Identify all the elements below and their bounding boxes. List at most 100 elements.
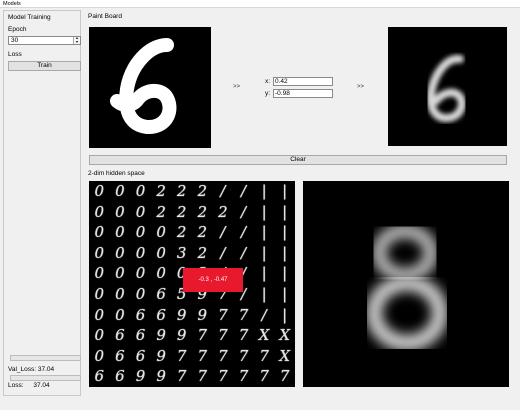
latent-grid-cell: | (261, 223, 267, 242)
latent-grid-cell: 3 (176, 243, 187, 262)
latent-grid-cell: | (282, 223, 288, 242)
latent-grid-cell: 7 (218, 326, 228, 345)
latent-grid-cell: 2 (197, 182, 208, 200)
latent-grid-cell: 7 (238, 326, 249, 345)
val-loss-label: Val_Loss: 37.04 (8, 366, 55, 373)
latent-grid-cell: 7 (259, 346, 269, 365)
latent-grid-cell: 0 (135, 243, 146, 262)
latent-grid-cell: | (282, 182, 288, 200)
paint-canvas[interactable] (89, 27, 211, 148)
latent-grid-cell: / (261, 305, 267, 324)
latent-grid-cell: 9 (197, 305, 208, 324)
epoch-spinbox[interactable]: 30 ▲ ▼ (8, 36, 81, 45)
latent-grid-cell: 7 (176, 346, 187, 365)
latent-grid-cell: / (220, 223, 226, 242)
latent-grid-cell: 7 (218, 367, 228, 386)
train-button[interactable]: Train (8, 61, 81, 71)
latent-grid-cell: 6 (156, 305, 166, 324)
loss-value: 37.04 (33, 382, 50, 389)
reconstruction-canvas (388, 27, 507, 146)
latent-grid-cell: 9 (176, 305, 187, 324)
latent-grid-cell: | (282, 305, 288, 324)
training-panel: Model Training Epoch 30 ▲ ▼ Loss Train V… (3, 10, 81, 396)
x-label: x: (265, 78, 271, 85)
latent-grid-cell: 7 (197, 326, 208, 345)
latent-grid-cell: / (240, 223, 247, 242)
latent-grid-cell: 7 (279, 367, 290, 386)
latent-grid-cell: 0 (115, 264, 125, 283)
latent-grid-cell: 0 (156, 264, 166, 283)
chevron-down-icon[interactable]: ▼ (74, 40, 80, 45)
latent-grid-cell: 6 (135, 305, 146, 324)
latent-grid-cell: 6 (115, 326, 125, 345)
latent-grid-cell: | (282, 202, 288, 221)
latent-grid-cell: 0 (156, 223, 166, 242)
epoch-stepper[interactable]: ▲ ▼ (73, 36, 80, 45)
latent-grid-cell: 0 (115, 223, 125, 242)
hidden-space-title: 2-dim hidden space (88, 170, 145, 177)
latent-grid-cell: 0 (135, 202, 146, 221)
decoded-canvas (303, 181, 509, 387)
latent-grid-cell: 0 (94, 264, 105, 283)
latent-grid-cell: 0 (115, 182, 125, 200)
val-loss-progress (10, 355, 81, 361)
latent-grid-cell: | (282, 243, 288, 262)
latent-grid-cell: 0 (94, 243, 105, 262)
latent-grid-cell: | (261, 243, 267, 262)
latent-grid-cell: 7 (218, 305, 228, 324)
latent-grid-cell: 2 (218, 202, 228, 221)
latent-grid-cell: 6 (135, 346, 146, 365)
latent-grid-cell: 0 (94, 326, 105, 345)
latent-grid-cell: 2 (197, 223, 208, 242)
latent-grid-cell: 7 (238, 305, 249, 324)
latent-grid-cell: | (282, 264, 288, 283)
clear-button[interactable]: Clear (89, 155, 507, 165)
latent-grid-cell: X (279, 346, 291, 365)
latent-tooltip: -0.3 , -0.47 (183, 268, 243, 292)
loss-label: Loss: 37.04 (8, 382, 50, 389)
latent-grid-cell: 0 (115, 285, 125, 303)
paint-board-title: Paint Board (88, 13, 122, 20)
latent-grid-cell: / (240, 243, 247, 262)
latent-grid-cell: 0 (115, 202, 125, 221)
loss-progress (10, 375, 81, 381)
y-label: y: (265, 90, 271, 97)
latent-grid-cell: / (240, 182, 247, 200)
latent-grid-cell: 0 (94, 182, 105, 200)
latent-grid-cell: 2 (176, 182, 187, 200)
x-field[interactable] (273, 77, 333, 86)
latent-grid-cell: 0 (156, 243, 166, 262)
latent-grid-cell: 2 (156, 202, 166, 221)
latent-grid-cell: 9 (176, 326, 187, 345)
window-title: Models (0, 0, 520, 8)
latent-grid-cell: | (261, 182, 267, 200)
latent-grid-cell: / (220, 182, 226, 200)
latent-grid-cell: 6 (94, 367, 105, 386)
latent-grid-cell: 2 (176, 223, 187, 242)
y-field[interactable] (273, 89, 333, 98)
latent-grid-cell: 7 (218, 346, 228, 365)
latent-grid-cell: 0 (135, 223, 146, 242)
latent-grid-cell: 0 (94, 346, 105, 365)
latent-grid-cell: / (240, 202, 247, 221)
output-arrow: >> (357, 84, 365, 90)
latent-grid-cell: 9 (156, 346, 166, 365)
latent-grid-cell: 0 (115, 305, 125, 324)
latent-grid-cell: 0 (94, 285, 105, 303)
latent-grid-cell: X (279, 326, 291, 345)
latent-grid-cell: 2 (197, 243, 208, 262)
val-loss-value: 37.04 (37, 366, 55, 373)
latent-grid-cell: 6 (135, 326, 146, 345)
y-row: y: (265, 89, 333, 98)
latent-grid-cell: 0 (135, 285, 146, 303)
latent-grid-cell: 0 (135, 264, 146, 283)
reconstructed-digit (426, 54, 466, 123)
latent-grid-cell: / (220, 243, 226, 262)
latent-grid-cell: 0 (94, 202, 105, 221)
latent-grid-cell: 9 (156, 367, 166, 386)
latent-grid-cell: 9 (156, 326, 166, 345)
latent-grid-cell: 7 (259, 367, 269, 386)
latent-grid-cell: 2 (156, 182, 166, 200)
training-title: Model Training (8, 14, 51, 21)
latent-grid-cell: 6 (156, 285, 166, 303)
